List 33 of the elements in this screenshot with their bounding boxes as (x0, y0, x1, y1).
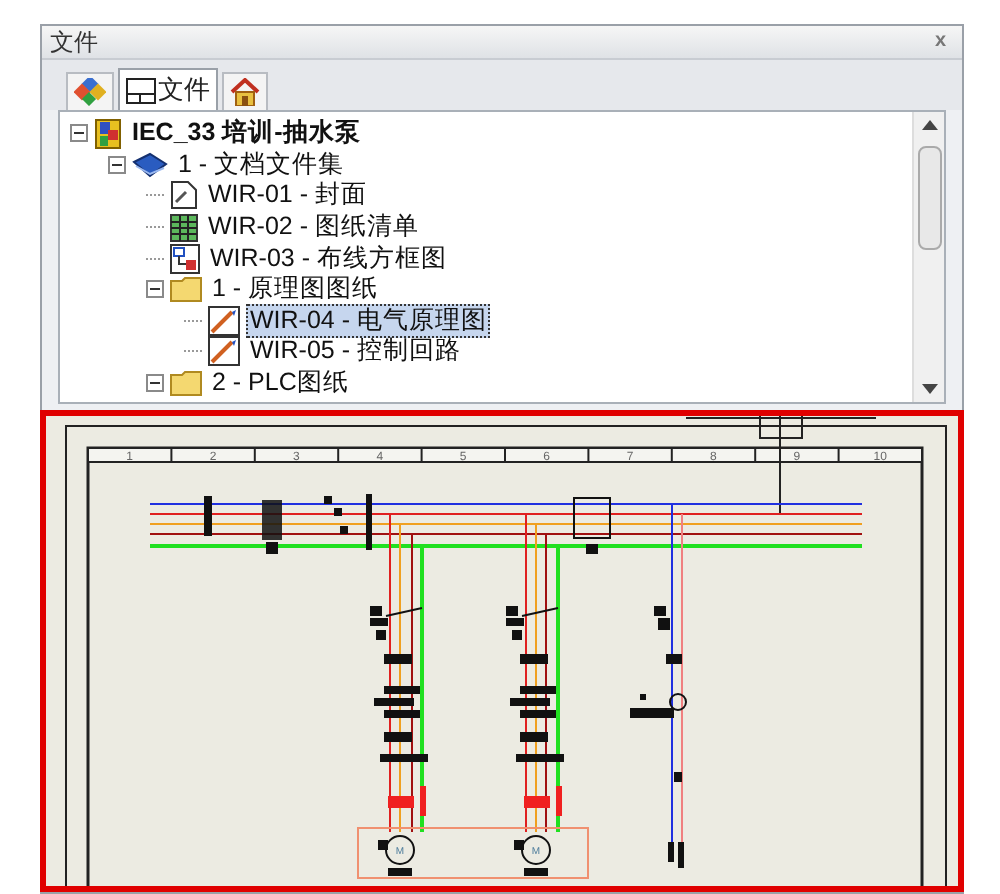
tree-item[interactable]: WIR-05 - 控制回路 (246, 334, 465, 369)
collapse-toggle[interactable] (146, 374, 164, 393)
block-diagram-icon (170, 243, 200, 274)
tab[interactable] (222, 72, 268, 110)
tab[interactable] (66, 72, 114, 110)
project-icon (94, 117, 122, 150)
collapse-toggle[interactable] (146, 280, 164, 299)
schematic-icon (208, 336, 240, 367)
tree-item[interactable]: WIR-04 - 电气原理图 (246, 303, 491, 338)
blocks-icon (74, 78, 106, 106)
close-button[interactable]: x (926, 32, 954, 52)
tree-item[interactable]: 2 - PLC图纸 (208, 366, 353, 401)
document-icon (126, 77, 156, 103)
schematic-icon (208, 305, 240, 336)
tree-item[interactable]: WIR-01 - 封面 (204, 178, 371, 213)
collapse-toggle[interactable] (70, 124, 88, 143)
arrow-down-icon[interactable] (921, 384, 937, 394)
tree-item[interactable]: IEC_33 培训-抽水泵 (128, 116, 365, 151)
tree-item[interactable]: 1 - 原理图图纸 (208, 272, 383, 307)
collapse-toggle[interactable] (108, 155, 126, 174)
panel-title: 文件 (50, 30, 98, 54)
folder-icon (170, 370, 202, 397)
folder-icon (170, 276, 202, 303)
tab[interactable]: 文件 (118, 68, 218, 110)
scrollbar[interactable] (912, 112, 944, 402)
tree-item[interactable]: 1 - 文档文件集 (174, 147, 349, 182)
home-icon (230, 78, 260, 106)
tree-item[interactable]: WIR-03 - 布线方框图 (206, 241, 451, 276)
table-icon (170, 213, 198, 242)
page-icon (170, 180, 198, 211)
tree-item[interactable]: WIR-02 - 图纸清单 (204, 210, 423, 245)
book-icon (132, 151, 168, 178)
arrow-up-icon[interactable] (921, 120, 937, 130)
